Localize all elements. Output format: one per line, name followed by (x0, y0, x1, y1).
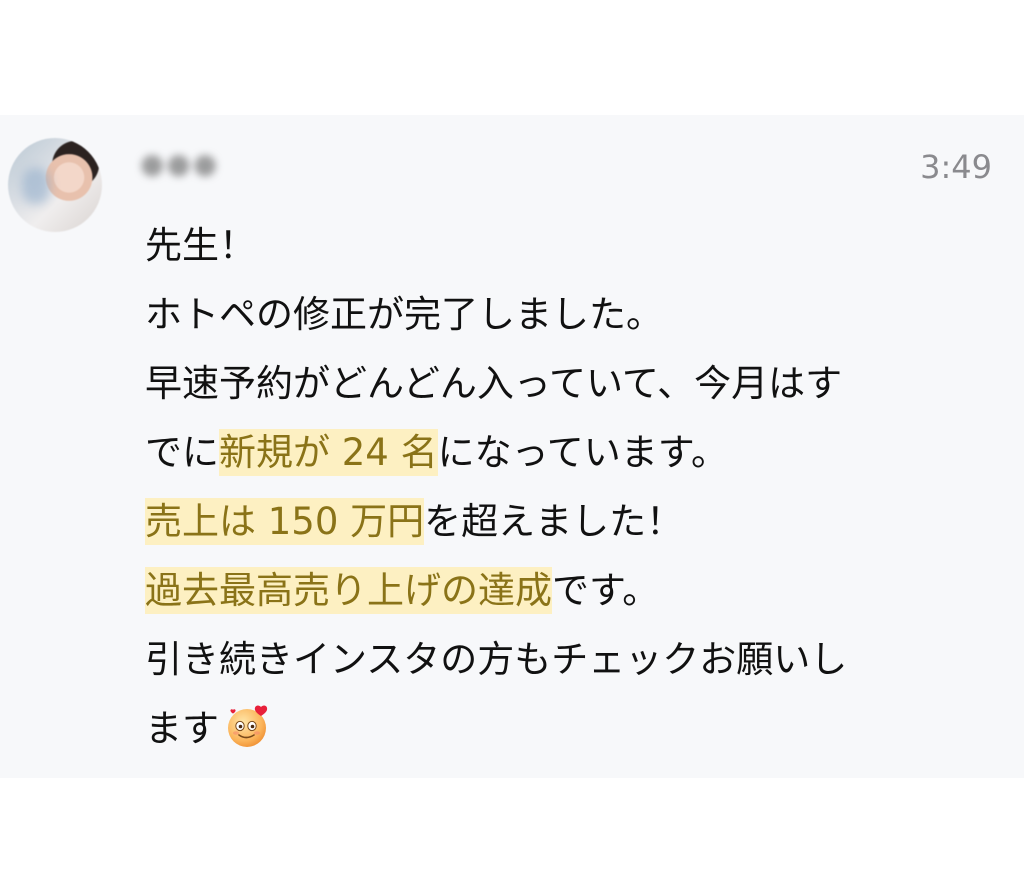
message-text: でに (145, 431, 219, 474)
message-line: ホトペの修正が完了しました。 (145, 293, 663, 336)
smiling-face-with-heart-icon (225, 702, 271, 748)
message-text: ます (145, 707, 219, 750)
message-text: を超えました！ (424, 500, 684, 543)
avatar-blur (22, 168, 50, 204)
message-line: 早速予約がどんどん入っていて、今月はす (145, 362, 843, 405)
message-line: でに新規が 24 名になっています。 (145, 418, 985, 487)
message-line: 先生！ (145, 224, 256, 267)
message-line: 過去最高売り上げの達成です。 (145, 556, 985, 625)
chat-message[interactable]: ●●● 3:49 先生！ ホトペの修正が完了しました。 早速予約がどんどん入って… (0, 115, 1024, 778)
message-timestamp: 3:49 (920, 148, 992, 186)
avatar[interactable] (8, 138, 102, 232)
message-line: ます (145, 694, 985, 763)
sender-name[interactable]: ●●● (140, 147, 220, 181)
message-text: になっています。 (437, 431, 729, 474)
chat-screen: ●●● 3:49 先生！ ホトペの修正が完了しました。 早速予約がどんどん入って… (0, 0, 1024, 893)
sender-name-text: ●●● (140, 147, 220, 180)
highlighted-text: 新規が 24 名 (219, 429, 438, 476)
message-body: 先生！ ホトペの修正が完了しました。 早速予約がどんどん入っていて、今月はす で… (145, 211, 985, 763)
message-text: です。 (552, 569, 660, 612)
message-line: 売上は 150 万円を超えました！ (145, 487, 985, 556)
highlighted-text: 売上は 150 万円 (145, 498, 425, 545)
message-line: 引き続きインスタの方もチェックお願いし (145, 638, 848, 681)
highlighted-text: 過去最高売り上げの達成 (145, 567, 552, 614)
